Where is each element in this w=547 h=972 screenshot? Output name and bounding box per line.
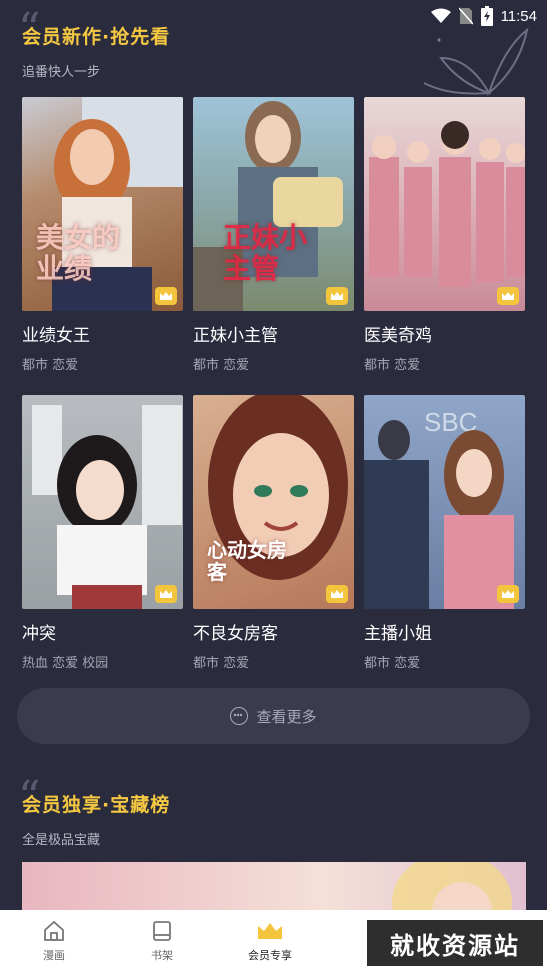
cover-illustration [369, 121, 525, 287]
comic-cover[interactable]: 正妹小主管 [193, 97, 354, 311]
comic-cover[interactable] [364, 97, 525, 311]
crown-icon [258, 923, 282, 939]
comic-title[interactable]: 不良女房客 [193, 619, 354, 644]
comic-title[interactable]: 业绩女王 [22, 321, 183, 346]
tab-label: 书架 [151, 949, 173, 962]
section-subtitle: 全是极品宝藏 [22, 833, 101, 848]
more-dots-icon [230, 707, 249, 725]
crown-icon [502, 590, 514, 598]
comic-cover[interactable] [22, 395, 183, 609]
cover-title-art: 美女的业绩 [36, 221, 121, 286]
status-time: 11:54 [500, 7, 537, 25]
comic-tags: 都市 恋爱 [193, 656, 250, 671]
home-icon [44, 920, 64, 941]
crown-icon [331, 292, 343, 300]
no-sim-icon [458, 7, 473, 25]
tab-bookshelf[interactable]: 书架 [108, 910, 216, 972]
vip-crown-badge [155, 287, 177, 305]
section-title: 会员独享·宝藏榜 [22, 794, 171, 816]
comic-card[interactable]: 冲突 热血 恋爱 校园 [22, 395, 183, 671]
tab-label: 会员专享 [248, 949, 292, 962]
comic-tags: 都市 恋爱 [364, 656, 421, 671]
section-title: 会员新作·抢先看 [22, 26, 171, 48]
cover-illustration [364, 420, 514, 609]
comic-cover[interactable]: 美女的业绩 [22, 97, 183, 311]
comic-title[interactable]: 医美奇鸡 [364, 321, 525, 346]
comic-tags: 都市 恋爱 [22, 358, 79, 373]
vip-crown-badge [326, 585, 348, 603]
comic-card[interactable]: 正妹小主管 正妹小主管 都市 恋爱 [193, 97, 354, 373]
comic-card[interactable]: SBC 主播小姐 都市 恋爱 [364, 395, 525, 671]
leaf-decoration-icon [423, 28, 529, 97]
bookshelf-icon [153, 921, 171, 941]
comic-title[interactable]: 冲突 [22, 619, 183, 644]
crown-icon [160, 292, 172, 300]
tab-label: 漫画 [43, 949, 65, 962]
view-more-button[interactable]: 查看更多 [17, 688, 530, 744]
section-treasure-header: “ 会员独享·宝藏榜 全是极品宝藏 [18, 776, 171, 849]
watermark-text: 就收资源站 [367, 920, 543, 966]
cover-illustration [32, 405, 182, 609]
vip-crown-badge [326, 287, 348, 305]
comic-card[interactable]: 医美奇鸡 都市 恋爱 [364, 97, 525, 373]
comic-title[interactable]: 正妹小主管 [193, 321, 354, 346]
comic-card[interactable]: 美女的业绩 业绩女王 都市 恋爱 [22, 97, 183, 373]
view-more-label: 查看更多 [256, 707, 317, 726]
vip-crown-badge [497, 287, 519, 305]
battery-charging-icon [480, 6, 493, 26]
vip-crown-badge [497, 585, 519, 603]
comic-grid: 美女的业绩 业绩女王 都市 恋爱 正妹小主管 正妹小主管 都市 恋爱 医美奇鸡 … [22, 97, 526, 671]
tab-vip[interactable]: 会员专享 [216, 910, 324, 972]
cover-title-art: 心动女房客 [207, 538, 287, 584]
comic-title[interactable]: 主播小姐 [364, 619, 525, 644]
section-new-releases-header: “ 会员新作·抢先看 追番快人一步 [18, 8, 171, 81]
comic-tags: 热血 恋爱 校园 [22, 656, 109, 671]
tab-comics[interactable]: 漫画 [0, 910, 108, 972]
status-icons: 11:54 [430, 6, 537, 26]
wifi-icon [430, 8, 451, 23]
crown-icon [160, 590, 172, 598]
crown-icon [502, 292, 514, 300]
section-subtitle: 追番快人一步 [22, 65, 101, 80]
crown-icon [331, 590, 343, 598]
comic-tags: 都市 恋爱 [193, 358, 250, 373]
comic-cover[interactable]: 心动女房客 [193, 395, 354, 609]
comic-tags: 都市 恋爱 [364, 358, 421, 373]
vip-crown-badge [155, 585, 177, 603]
comic-card[interactable]: 心动女房客 不良女房客 都市 恋爱 [193, 395, 354, 671]
comic-cover[interactable]: SBC [364, 395, 525, 609]
cover-title-art: 正妹小主管 [223, 221, 308, 286]
